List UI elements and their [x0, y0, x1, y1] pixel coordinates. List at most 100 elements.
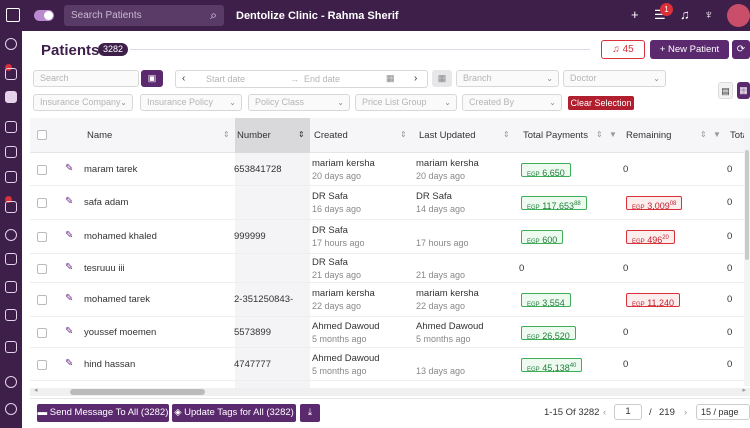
messages-icon[interactable] — [5, 341, 17, 353]
export-button[interactable]: ⤓ — [300, 404, 320, 422]
row-checkbox[interactable] — [37, 264, 47, 274]
patients-icon[interactable] — [5, 91, 17, 103]
filter-icon[interactable]: ▼ — [713, 130, 721, 139]
vertical-scroll-thumb[interactable] — [745, 150, 749, 260]
patient-number: 653841728 — [234, 164, 282, 175]
per-page-select[interactable]: 15 / page — [696, 404, 750, 420]
dashboard-icon[interactable] — [5, 38, 17, 50]
lab-icon[interactable] — [5, 171, 17, 183]
tooth-icon[interactable]: ♆ — [704, 7, 714, 23]
network-icon[interactable] — [5, 229, 17, 241]
grid-view-button[interactable]: ▦ — [737, 82, 750, 99]
horizontal-scroll-thumb[interactable] — [70, 389, 205, 395]
row-checkbox[interactable] — [37, 360, 47, 370]
plus-icon[interactable]: + — [631, 7, 639, 23]
created-ago: 5 months ago — [312, 334, 367, 344]
new-patient-button[interactable]: + New Patient — [650, 40, 729, 59]
edit-icon[interactable]: ✎ — [65, 293, 73, 304]
documents-icon[interactable] — [5, 281, 17, 293]
row-checkbox[interactable] — [37, 165, 47, 175]
treatment-icon[interactable] — [5, 146, 17, 158]
chevron-left-icon[interactable]: ‹ — [603, 407, 606, 418]
chevron-left-icon[interactable]: ‹ — [182, 73, 185, 84]
table-row[interactable]: ✎ mohamed khaled 999999 DR Safa 17 hours ago… — [30, 220, 750, 254]
row-checkbox[interactable] — [37, 232, 47, 242]
billing-icon[interactable] — [5, 121, 17, 133]
clear-selection-button[interactable]: Clear Selection — [568, 96, 634, 110]
select-all-checkbox[interactable] — [37, 130, 47, 140]
edit-icon[interactable]: ✎ — [65, 262, 73, 273]
date-range-picker[interactable]: ‹ Start date → End date ▦ › — [175, 70, 428, 88]
app-logo[interactable] — [6, 8, 20, 22]
send-message-all-button[interactable]: ▬ Send Message To All (3282) — [37, 404, 169, 422]
search-input[interactable]: Search — [33, 70, 139, 87]
table-row[interactable]: ✎ tesruuu iii DR Safa 21 days ago 21 days ag… — [30, 254, 750, 283]
search-submit-button[interactable]: ▣ — [141, 70, 163, 87]
user-avatar[interactable] — [727, 4, 750, 27]
edit-icon[interactable]: ✎ — [65, 196, 73, 207]
total-payments-column-header[interactable]: Total Payments — [523, 130, 588, 141]
sort-icon[interactable]: ⇕ — [503, 130, 510, 139]
policy-class-select[interactable]: Policy Class ⌄ — [248, 94, 350, 111]
table-row[interactable]: ✎ maram tarek 653841728 mariam kersha 20 day… — [30, 153, 750, 186]
table-row[interactable]: ✎ hind hassan 4747777 Ahmed Dawoud 5 months … — [30, 348, 750, 381]
refresh-button[interactable]: ⟳ — [732, 40, 750, 59]
patient-name[interactable]: mohamed khaled — [84, 231, 157, 242]
sort-icon[interactable]: ⇕ — [223, 130, 230, 139]
edit-icon[interactable]: ✎ — [65, 230, 73, 241]
edit-icon[interactable]: ✎ — [65, 163, 73, 174]
price-list-group-select[interactable]: Price List Group ⌄ — [355, 94, 457, 111]
table-row[interactable]: ✎ safa adam DR Safa 16 days ago DR Safa 14 da… — [30, 186, 750, 220]
sort-icon[interactable]: ⇕ — [298, 130, 305, 139]
last-updated-column-header[interactable]: Last Updated — [419, 130, 476, 141]
update-tags-all-button[interactable]: ◈ Update Tags for All (3282) — [172, 404, 296, 422]
table-row[interactable] — [30, 381, 750, 388]
reports-icon[interactable] — [5, 201, 17, 213]
row-checkbox[interactable] — [37, 198, 47, 208]
insurance-policy-select[interactable]: Insurance Policy ⌄ — [140, 94, 242, 111]
patient-name[interactable]: tesruuu iii — [84, 263, 125, 274]
row-checkbox[interactable] — [37, 328, 47, 338]
patient-number: 4747777 — [234, 359, 271, 370]
chevron-right-icon[interactable]: › — [684, 407, 687, 418]
name-column-header[interactable]: Name — [87, 130, 112, 141]
calendar-icon[interactable] — [5, 68, 17, 80]
doctor-select[interactable]: Doctor ⌄ — [563, 70, 666, 87]
patient-name[interactable]: maram tarek — [84, 164, 137, 175]
created-by-select[interactable]: Created By ⌄ — [462, 94, 562, 111]
chevron-right-icon[interactable]: › — [414, 73, 417, 84]
bell-icon[interactable]: ♫ — [680, 7, 690, 23]
table-row[interactable]: ✎ mohamed tarek 2-351250843- mariam kersha 2… — [30, 283, 750, 317]
settings-icon[interactable] — [5, 309, 17, 321]
branch-select[interactable]: Branch ⌄ — [456, 70, 559, 87]
edit-icon[interactable]: ✎ — [65, 326, 73, 337]
scroll-left-icon[interactable]: ◂ — [34, 386, 38, 394]
patient-search-input[interactable]: Search Patients ⌕ — [64, 5, 224, 26]
number-column-header[interactable]: Number — [237, 130, 271, 141]
page-number-input[interactable]: 1 — [614, 404, 642, 420]
horizontal-scrollbar[interactable]: ◂ ▸ — [30, 386, 750, 396]
sort-icon[interactable]: ⇕ — [400, 130, 407, 139]
alerts-button[interactable]: ♫ 45 — [601, 40, 645, 59]
help-icon[interactable] — [5, 403, 17, 415]
theme-toggle[interactable] — [34, 10, 54, 21]
row-checkbox[interactable] — [37, 295, 47, 305]
insurance-company-select[interactable]: Insurance Company ⌄ — [33, 94, 133, 111]
remaining-column-header[interactable]: Remaining — [626, 130, 671, 141]
table-view-button[interactable]: ▤ — [718, 82, 733, 99]
calendar-button[interactable]: ▦ — [432, 70, 452, 87]
sort-icon[interactable]: ⇕ — [700, 130, 707, 139]
edit-icon[interactable]: ✎ — [65, 358, 73, 369]
scroll-right-icon[interactable]: ▸ — [742, 386, 746, 394]
patient-name[interactable]: hind hassan — [84, 359, 135, 370]
filter-icon[interactable]: ▼ — [609, 130, 617, 139]
patient-name[interactable]: mohamed tarek — [84, 294, 150, 305]
location-icon[interactable] — [5, 376, 17, 388]
created-column-header[interactable]: Created — [314, 130, 348, 141]
amount-value: 11,240 — [647, 298, 675, 308]
table-row[interactable]: ✎ youssef moemen 5573899 Ahmed Dawoud 5 mont… — [30, 317, 750, 348]
patient-name[interactable]: safa adam — [84, 197, 128, 208]
inventory-icon[interactable] — [5, 253, 17, 265]
patient-name[interactable]: youssef moemen — [84, 327, 156, 338]
sort-icon[interactable]: ⇕ — [596, 130, 603, 139]
